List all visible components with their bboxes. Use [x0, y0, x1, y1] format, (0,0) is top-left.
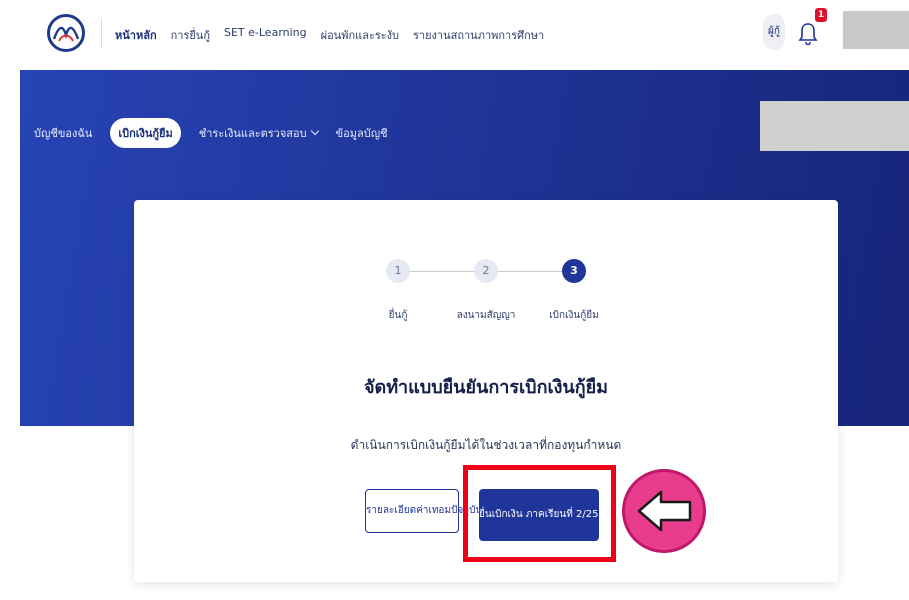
subnav-item-account-info[interactable]: ข้อมูลบัญชี — [336, 124, 388, 142]
pointer-badge — [622, 469, 706, 553]
arrow-left-icon — [637, 490, 692, 532]
notification-badge: 1 — [815, 8, 827, 22]
card-title: จัดทำแบบยืนยันการเบิกเงินกู้ยืม — [363, 377, 609, 398]
nav-item-study-status[interactable]: รายงานสถานภาพการศึกษา — [413, 26, 544, 44]
logo[interactable] — [47, 14, 85, 52]
redacted-hero-area — [760, 101, 909, 151]
redacted-user-area — [843, 11, 909, 49]
chevron-down-icon — [310, 126, 319, 136]
step-label-withdraw: เบิกเงินกู้ยืม — [549, 310, 599, 321]
subnav-item-withdraw[interactable]: เบิกเงินกู้ยืม — [110, 118, 181, 148]
main-nav: หน้าหลัก การยื่นกู้ SET e-Learning ผ่อนพ… — [115, 26, 544, 44]
nav-item-apply-loan[interactable]: การยื่นกู้ — [171, 26, 210, 44]
sub-nav: บัญชีของฉัน เบิกเงินกู้ยืม ชำระเงินและตร… — [34, 118, 388, 148]
nav-item-deferment[interactable]: ผ่อนพักและระงับ — [321, 26, 399, 44]
top-navbar: หน้าหลัก การยื่นกู้ SET e-Learning ผ่อนพ… — [0, 0, 909, 68]
tuition-details-button[interactable]: รายละเอียดค่าเทอมปัจจุบัน — [365, 489, 482, 533]
fund-logo-icon — [52, 26, 80, 42]
subnav-item-payment[interactable]: ชำระเงินและตรวจสอบ — [198, 124, 319, 142]
subnav-payment-label: ชำระเงินและตรวจสอบ — [198, 127, 307, 140]
step-circle-3: 3 — [562, 259, 586, 283]
nav-item-set-elearning[interactable]: SET e-Learning — [224, 26, 307, 44]
nav-item-home[interactable]: หน้าหลัก — [115, 26, 157, 44]
subnav-item-my-account[interactable]: บัญชีของฉัน — [34, 124, 92, 142]
bell-icon[interactable] — [796, 18, 820, 48]
card-description: ดำเนินการเบิกเงินกู้ยืมได้ในช่วงเวลาที่ก… — [350, 438, 622, 452]
highlight-box — [463, 465, 616, 562]
step-label-sign: ลงนามสัญญา — [456, 310, 516, 321]
nav-divider — [101, 18, 102, 48]
user-role-button[interactable]: ผู้กู้ — [763, 14, 785, 50]
step-circle-1: 1 — [386, 259, 410, 283]
step-circle-2: 2 — [474, 259, 498, 283]
step-label-apply: ยื่นกู้ — [388, 310, 408, 321]
